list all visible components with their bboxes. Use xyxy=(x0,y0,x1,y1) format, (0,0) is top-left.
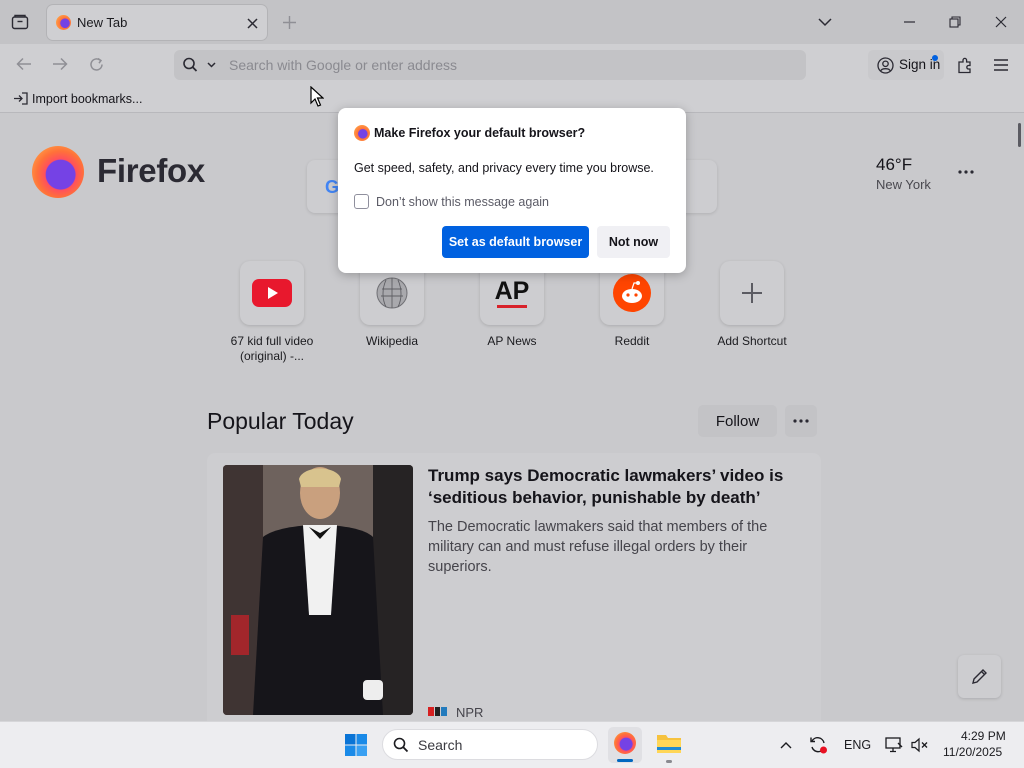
firefox-app-icon xyxy=(614,732,636,754)
forward-arrow-icon[interactable] xyxy=(49,54,71,74)
notification-dot xyxy=(932,55,938,61)
volume-muted-icon[interactable] xyxy=(909,734,931,756)
tab-new-tab[interactable]: New Tab xyxy=(47,5,267,40)
shortcut-label: 67 kid full video (original) -... xyxy=(230,334,314,363)
import-bookmarks-button[interactable]: Import bookmarks... xyxy=(10,89,145,108)
shortcut-label: Add Shortcut xyxy=(717,334,787,348)
plus-icon xyxy=(720,261,784,325)
default-browser-dialog: Make Firefox your default browser? Get s… xyxy=(338,108,686,273)
clock-time[interactable]: 4:29 PM xyxy=(961,729,1006,743)
running-app-indicator xyxy=(666,760,672,763)
update-sync-icon[interactable] xyxy=(806,733,830,757)
show-hidden-icons-chevron-icon[interactable] xyxy=(776,735,796,755)
taskbar-firefox-icon[interactable] xyxy=(608,727,642,763)
svg-text:AP: AP xyxy=(495,277,530,305)
url-input[interactable] xyxy=(229,56,789,74)
tab-title: New Tab xyxy=(77,15,128,30)
account-icon xyxy=(876,56,894,74)
minimize-window-icon[interactable] xyxy=(898,12,920,32)
page-scrollbar[interactable] xyxy=(1018,123,1021,147)
firefox-dialog-logo-icon xyxy=(354,125,370,141)
network-monitor-icon[interactable] xyxy=(883,734,905,756)
sign-in-button[interactable]: Sign in xyxy=(868,50,944,80)
weather-widget[interactable]: 46°F New York xyxy=(870,153,950,195)
list-all-tabs-chevron-icon[interactable] xyxy=(815,12,835,32)
follow-button[interactable]: Follow xyxy=(698,405,777,437)
youtube-icon xyxy=(240,261,304,325)
restore-window-icon[interactable] xyxy=(944,12,966,32)
windows-start-icon[interactable] xyxy=(344,733,368,757)
npr-logo-icon xyxy=(428,707,448,716)
address-bar[interactable] xyxy=(174,50,806,80)
story-card[interactable]: Trump says Democratic lawmakers’ video i… xyxy=(207,453,821,721)
story-headline[interactable]: Trump says Democratic lawmakers’ video i… xyxy=(428,465,788,509)
back-arrow-icon[interactable] xyxy=(13,54,35,74)
story-excerpt: The Democratic lawmakers said that membe… xyxy=(428,519,768,575)
mouse-cursor-icon xyxy=(310,85,325,108)
taskbar-search-icon xyxy=(392,736,410,754)
firefox-wordmark: Firefox xyxy=(97,152,205,189)
new-tab-plus-icon[interactable] xyxy=(279,12,299,32)
story-image xyxy=(223,465,413,715)
customize-pencil-icon[interactable] xyxy=(958,655,1001,698)
clock-date[interactable]: 11/20/2025 xyxy=(943,745,1002,759)
section-more-icon[interactable] xyxy=(785,405,817,437)
tab-overview-icon[interactable] xyxy=(8,11,32,33)
close-window-icon[interactable] xyxy=(990,12,1012,32)
section-heading: Popular Today xyxy=(207,408,354,434)
close-tab-icon[interactable] xyxy=(243,14,261,32)
taskbar-search-placeholder: Search xyxy=(418,737,463,753)
shortcut-label: Reddit xyxy=(614,334,650,348)
google-g-icon: G xyxy=(325,177,340,197)
not-now-button[interactable]: Not now xyxy=(597,226,670,258)
dont-show-checkbox[interactable] xyxy=(354,194,369,209)
app-menu-hamburger-icon[interactable] xyxy=(990,54,1012,76)
input-language[interactable]: ENG xyxy=(844,738,871,752)
checkbox-label: Don’t show this message again xyxy=(376,195,550,209)
follow-label: Follow xyxy=(715,412,760,430)
weather-location: New York xyxy=(876,177,931,192)
firefox-logo-icon xyxy=(32,146,84,198)
taskbar-search[interactable]: Search xyxy=(382,729,598,760)
dont-show-checkbox-row[interactable]: Don’t show this message again xyxy=(354,193,554,211)
active-app-indicator xyxy=(617,759,633,762)
import-icon xyxy=(12,91,28,105)
dialog-body: Get speed, safety, and privacy every tim… xyxy=(354,161,654,175)
dialog-title: Make Firefox your default browser? xyxy=(374,126,586,140)
import-bookmarks-label: Import bookmarks... xyxy=(32,92,143,106)
taskbar-file-explorer-icon[interactable] xyxy=(652,727,686,763)
weather-temp: 46°F xyxy=(876,155,913,174)
story-source: NPR xyxy=(456,705,484,720)
set-default-button[interactable]: Set as default browser xyxy=(442,226,589,258)
reload-icon[interactable] xyxy=(85,54,107,74)
shortcut-label: Wikipedia xyxy=(365,334,419,348)
weather-more-icon[interactable] xyxy=(953,162,979,182)
shortcut-label: AP News xyxy=(487,334,537,348)
firefox-favicon-icon xyxy=(56,15,71,30)
extensions-puzzle-icon[interactable] xyxy=(954,54,976,76)
search-engine-icon[interactable] xyxy=(180,55,220,75)
